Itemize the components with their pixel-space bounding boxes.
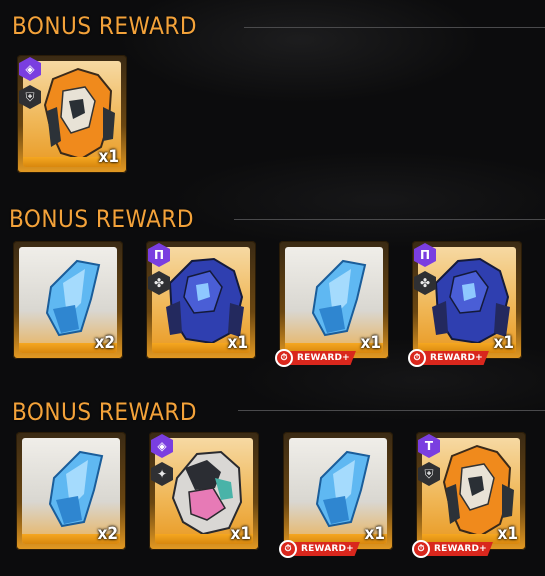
section-title: BONUS REWARD — [12, 398, 197, 426]
section-title: BONUS REWARD — [12, 12, 197, 40]
stopwatch-icon: ⏱ — [408, 349, 426, 367]
stopwatch-icon: ⏱ — [412, 540, 430, 558]
item-quantity: x1 — [360, 333, 381, 353]
section-divider — [234, 219, 545, 220]
item-quantity: x1 — [230, 524, 251, 544]
reward-card[interactable]: П ✤ x1 — [146, 241, 256, 359]
bonus-section-3: BONUS REWARD x2 ◈ ✦ x1 x1 ⏱ REWARD+ T ⛨ … — [0, 388, 545, 576]
item-quantity: x2 — [97, 524, 118, 544]
reward-plus-tag: ⏱ REWARD+ — [412, 540, 493, 558]
reward-plus-label: REWARD+ — [426, 542, 493, 556]
reward-card[interactable]: ◈ ✦ x1 — [149, 432, 259, 550]
item-quantity: x1 — [227, 333, 248, 353]
item-quantity: x1 — [364, 524, 385, 544]
bonus-section-2: BONUS REWARD x2 П ✤ x1 x1 ⏱ REWARD+ П ✤ … — [0, 195, 545, 370]
item-quantity: x2 — [94, 333, 115, 353]
reward-plus-tag: ⏱ REWARD+ — [279, 540, 360, 558]
item-quantity: x1 — [98, 147, 119, 167]
reward-plus-tag: ⏱ REWARD+ — [408, 349, 489, 367]
reward-card[interactable]: x2 — [16, 432, 126, 550]
bonus-section-1: BONUS REWARD ◈ ⛨ x1 — [0, 0, 545, 180]
section-divider — [238, 410, 545, 411]
section-title: BONUS REWARD — [9, 205, 194, 233]
reward-plus-label: REWARD+ — [422, 351, 489, 365]
section-divider — [244, 27, 545, 28]
reward-card[interactable]: П ✤ x1 ⏱ REWARD+ — [408, 241, 522, 367]
item-quantity: x1 — [493, 333, 514, 353]
reward-card[interactable]: ◈ ⛨ x1 — [17, 55, 127, 173]
reward-plus-label: REWARD+ — [293, 542, 360, 556]
reward-card[interactable]: x2 — [13, 241, 123, 359]
item-quantity: x1 — [497, 524, 518, 544]
stopwatch-icon: ⏱ — [279, 540, 297, 558]
reward-card[interactable]: x1 ⏱ REWARD+ — [279, 432, 393, 558]
stopwatch-icon: ⏱ — [275, 349, 293, 367]
reward-plus-tag: ⏱ REWARD+ — [275, 349, 356, 367]
reward-plus-label: REWARD+ — [289, 351, 356, 365]
reward-card[interactable]: T ⛨ x1 ⏱ REWARD+ — [412, 432, 526, 558]
reward-card[interactable]: x1 ⏱ REWARD+ — [275, 241, 389, 367]
